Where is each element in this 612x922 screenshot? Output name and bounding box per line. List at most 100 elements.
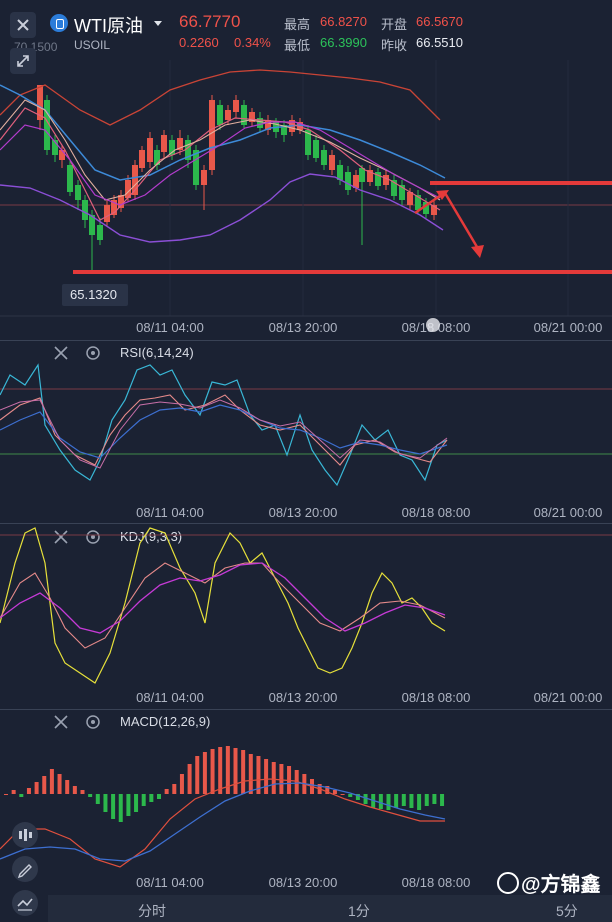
x-axis-label: 08/18 08:00 [401, 690, 471, 705]
kdj-panel[interactable]: KDJ(9,3,3) 08/11 04:00 08/13 20:00 08/18… [0, 523, 612, 709]
x-axis-label: 08/13 20:00 [268, 320, 338, 335]
macd-histogram-bar [218, 747, 223, 794]
x-axis-label: 08/11 04:00 [136, 320, 204, 335]
macd-histogram-bar [332, 790, 337, 794]
macd-histogram-bar [126, 794, 131, 816]
line-chart-icon [17, 898, 33, 911]
macd-histogram-bar [279, 764, 284, 794]
macd-histogram-bar [187, 764, 192, 794]
macd-histogram-bar [195, 756, 200, 794]
macd-histogram-bar [118, 794, 123, 822]
macd-histogram-bar [210, 749, 215, 794]
candle-body [345, 172, 351, 190]
macd-histogram-bar [34, 782, 39, 794]
candle-body [313, 140, 319, 158]
x-axis-label: 08/11 04:00 [136, 505, 204, 520]
rsi-panel[interactable]: RSI(6,14,24) 08/11 04:00 08/13 20:00 08/… [0, 340, 612, 523]
main-kline-chart[interactable]: 65.1320 08/11 04:00 08/13 20:00 08/18 08… [0, 0, 612, 340]
watermark: @方锦鑫 [497, 868, 601, 897]
kdj-j-line [0, 527, 446, 684]
macd-histogram-bar [340, 794, 345, 795]
candle-body [59, 150, 65, 160]
x-axis-label: 08/13 20:00 [268, 875, 338, 890]
rsi-6-line [0, 363, 448, 487]
macd-histogram-bar [4, 794, 8, 795]
candlestick-icon [19, 829, 32, 841]
macd-histogram-bar [378, 794, 383, 809]
candle-body [82, 200, 88, 220]
macd-histogram-bar [164, 789, 169, 794]
candle-body [97, 225, 103, 240]
macd-histogram-bar [424, 794, 429, 806]
macd-histogram-bar [202, 752, 207, 794]
macd-histogram-bar [72, 786, 77, 794]
x-axis-label: 08/13 20:00 [268, 505, 338, 520]
macd-histogram-bar [432, 794, 437, 804]
macd-histogram-bar [57, 774, 62, 794]
x-axis-label: 08/11 04:00 [136, 875, 204, 890]
x-axis-label: 08/13 20:00 [268, 690, 338, 705]
macd-histogram-bar [348, 794, 353, 797]
candle-body [139, 150, 145, 168]
timeframe-tab[interactable]: 1分 [348, 901, 370, 921]
macd-histogram-bar [172, 784, 177, 794]
macd-histogram-bar [271, 762, 276, 794]
macd-histogram-bar [103, 794, 108, 812]
x-axis-label: 08/21 00:00 [533, 320, 603, 335]
macd-histogram-bar [157, 794, 161, 799]
candle-body [75, 185, 81, 200]
candle-body [359, 168, 365, 182]
candle-body [201, 170, 207, 185]
macd-histogram-bar [88, 794, 93, 797]
x-axis-label: 08/21 00:00 [533, 690, 603, 705]
macd-histogram-bar [111, 794, 116, 819]
candlestick-tool-button[interactable] [12, 822, 38, 848]
draw-tool-button[interactable] [12, 856, 38, 882]
rsi-mid-line [0, 399, 448, 469]
pencil-icon [17, 864, 32, 879]
candle-body [383, 175, 389, 185]
watermark-text: @方锦鑫 [521, 874, 601, 896]
rsi-24-line [0, 404, 448, 459]
macd-histogram-bar [141, 794, 146, 806]
macd-histogram-bar [409, 794, 414, 808]
timeframe-bar: 分时 1分 5分 [48, 895, 612, 922]
x-axis-label: 08/18 08:00 [401, 505, 471, 520]
candle-body [217, 105, 223, 125]
macd-histogram-bar [65, 780, 70, 794]
candle-body [193, 150, 199, 185]
macd-histogram-bar [149, 794, 154, 802]
macd-histogram-bar [80, 790, 85, 794]
macd-histogram-bar [49, 769, 54, 794]
low-marker-label: 65.1320 [62, 284, 128, 306]
candle-body [329, 155, 335, 170]
macd-histogram-bar [417, 794, 422, 810]
candle-body [321, 150, 327, 165]
x-axis-label: 08/18 08:00 [401, 875, 471, 890]
indicator-tool-button[interactable] [12, 890, 38, 916]
macd-histogram-bar [264, 759, 269, 794]
weibo-logo-icon [497, 872, 519, 894]
macd-histogram-bar [241, 750, 246, 794]
candle-body [233, 100, 239, 112]
macd-histogram-bar [394, 794, 399, 808]
forecast-arrow [414, 190, 484, 258]
x-axis-label: 08/11 04:00 [136, 690, 204, 705]
macd-histogram-bar [179, 774, 184, 794]
kdj-d-line [0, 562, 446, 634]
candle-body [104, 205, 110, 222]
macd-histogram-bar [401, 794, 406, 806]
timeframe-tab[interactable]: 5分 [556, 901, 578, 921]
candle-body [209, 100, 215, 170]
macd-dea-line [0, 782, 446, 862]
crosshair-dot [426, 318, 440, 332]
macd-histogram-bar [42, 776, 47, 794]
timeframe-tab[interactable]: 分时 [138, 901, 166, 921]
macd-histogram-bar [233, 748, 238, 794]
macd-histogram-bar [19, 794, 24, 797]
macd-histogram-bar [134, 794, 139, 812]
candle-body [161, 135, 167, 152]
candle-body [225, 110, 231, 120]
macd-histogram-bar [440, 794, 445, 806]
macd-histogram-bar [11, 790, 16, 794]
